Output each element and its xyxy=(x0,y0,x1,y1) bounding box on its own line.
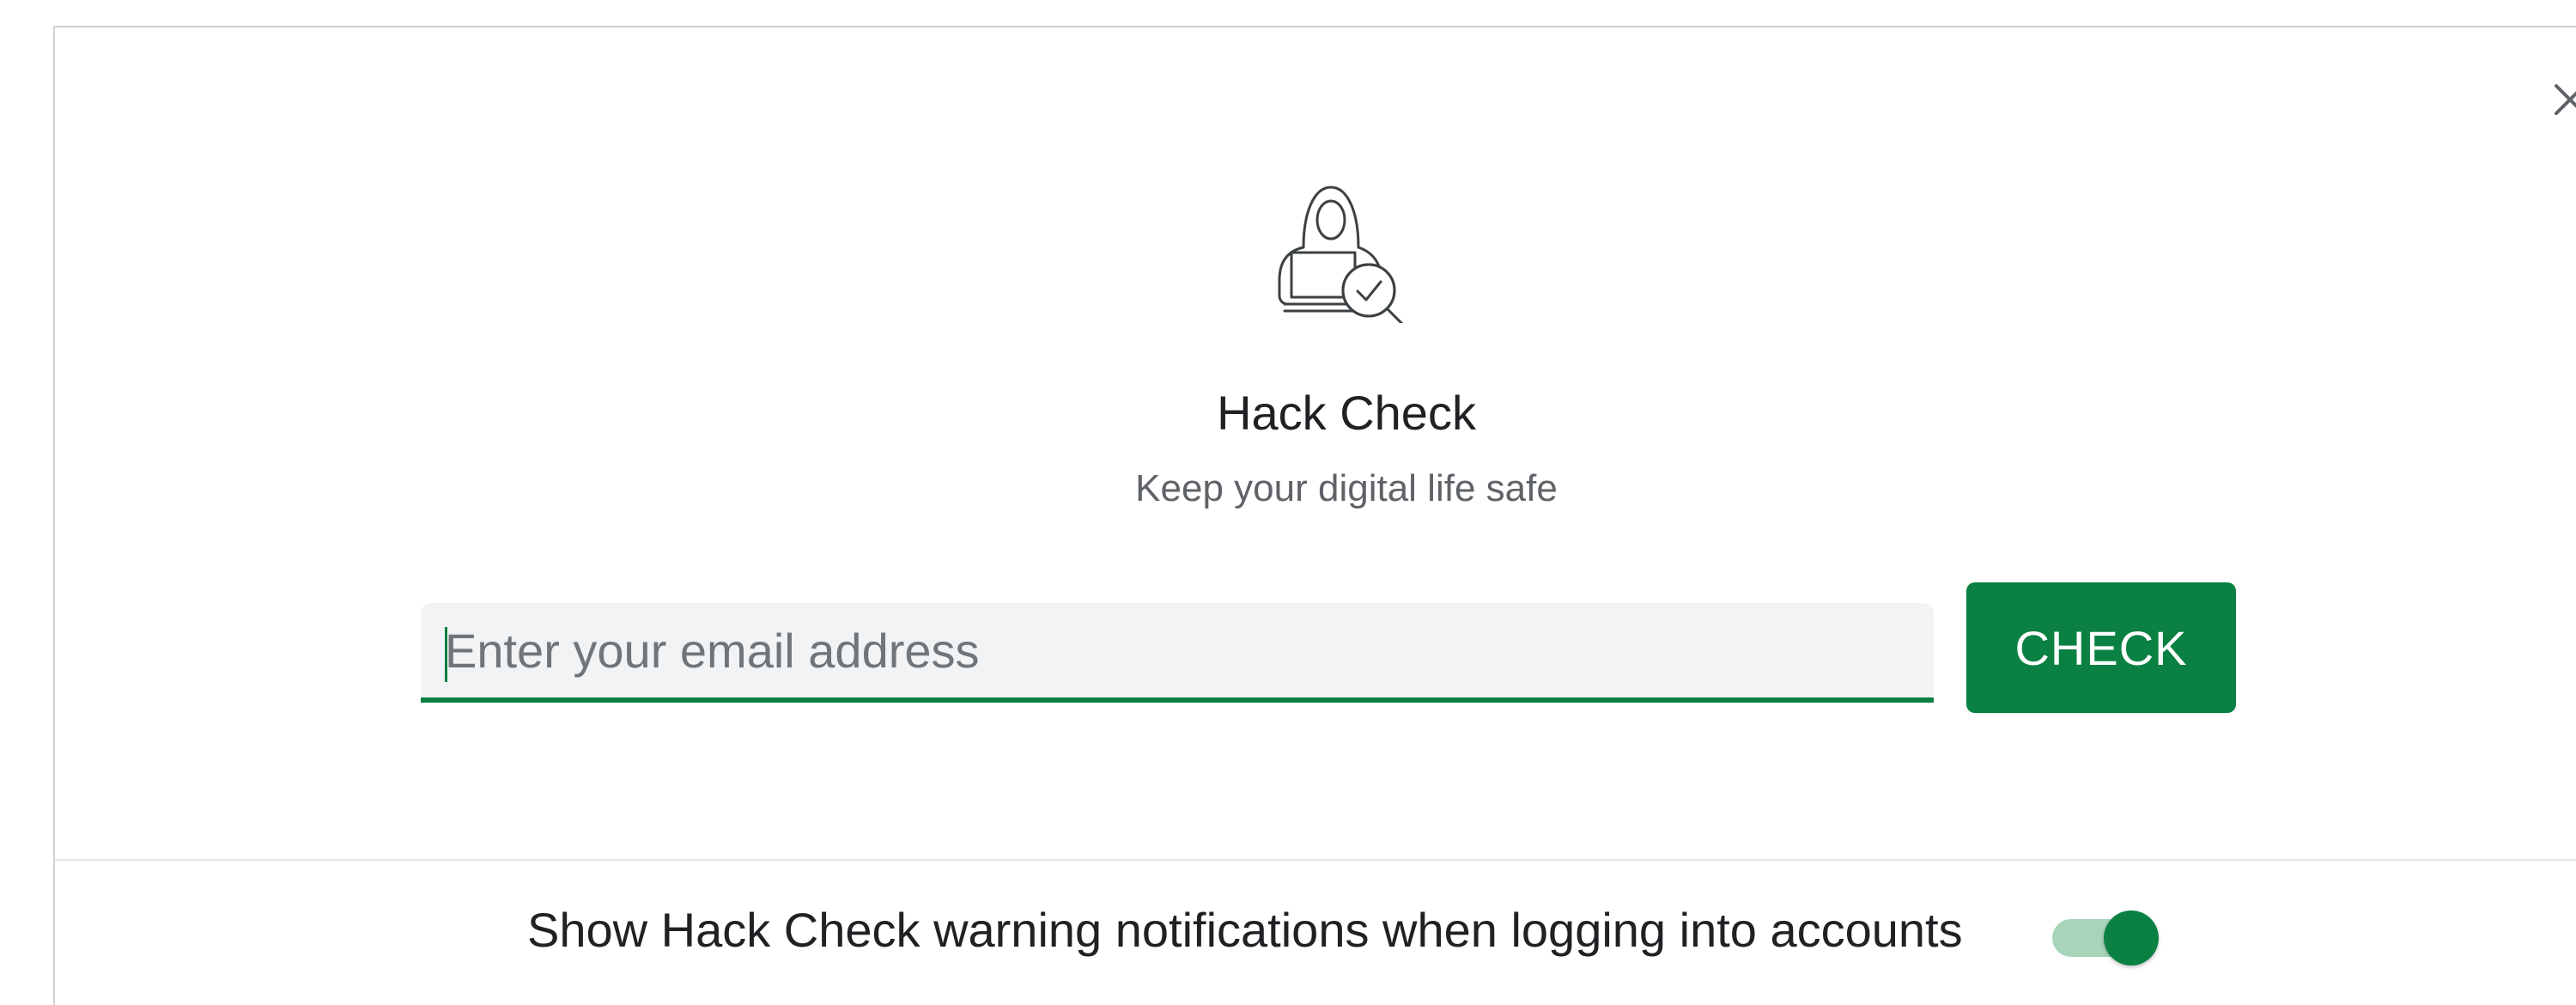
close-button[interactable] xyxy=(2544,74,2576,125)
notifications-toggle[interactable] xyxy=(2052,911,2160,965)
check-button[interactable]: CHECK xyxy=(1966,582,2236,713)
dialog-title: Hack Check xyxy=(1217,386,1476,440)
notifications-label: Show Hack Check warning notifications wh… xyxy=(527,903,1963,957)
text-caret xyxy=(445,627,447,682)
close-icon xyxy=(2555,84,2576,115)
divider xyxy=(55,859,2576,861)
dialog-subtitle: Keep your digital life safe xyxy=(1135,467,1558,509)
hacker-laptop-magnifier-icon xyxy=(1278,186,1404,323)
email-input[interactable] xyxy=(421,603,1934,697)
toggle-knob xyxy=(2104,911,2159,965)
email-field[interactable] xyxy=(421,603,1934,703)
